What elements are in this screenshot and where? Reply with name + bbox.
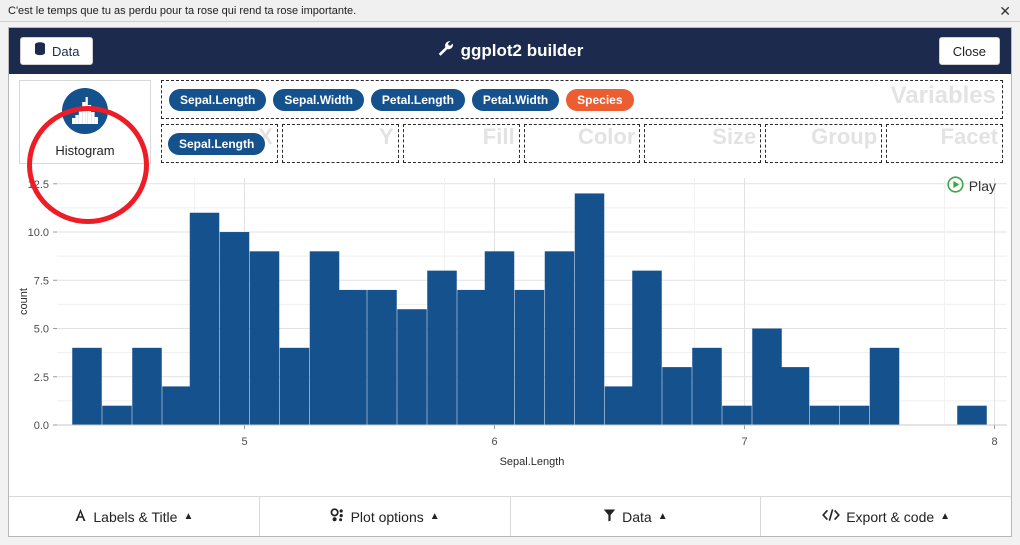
drop-zone-color[interactable]: Color xyxy=(523,124,641,163)
drop-zone-y[interactable]: Y xyxy=(281,124,399,163)
histogram-chart: 0.0 2.5 5.0 7.5 10.0 12.5 5 6 7 8 Sepal.Length coun… xyxy=(18,178,1007,468)
font-icon xyxy=(74,508,87,525)
svg-text:count: count xyxy=(18,288,30,315)
svg-text:6: 6 xyxy=(491,436,497,448)
play-button-label: Play xyxy=(968,178,996,194)
export-code-label: Export & code xyxy=(846,508,935,525)
drop-zone-label-facet: Facet xyxy=(940,124,999,149)
caret-up-icon: ▲ xyxy=(429,511,440,522)
drop-zone-label-size: Size xyxy=(712,124,757,149)
svg-text:2.5: 2.5 xyxy=(34,372,49,384)
ggplot-builder-modal: Data ggplot2 builder Close Histogram Var… xyxy=(8,27,1012,537)
modal-title: ggplot2 builder xyxy=(9,40,1011,62)
modal-header: Data ggplot2 builder Close xyxy=(9,28,1011,74)
sliders-icon xyxy=(330,508,345,525)
variables-panel: Variables Sepal.Length Sepal.Width Petal… xyxy=(161,80,1003,119)
caret-up-icon: ▲ xyxy=(657,511,668,522)
database-icon xyxy=(34,41,46,61)
code-icon xyxy=(822,508,841,525)
aesthetics-row: Sepal.Length X Y Fill Color Size Group F… xyxy=(161,124,1004,163)
svg-text:5.0: 5.0 xyxy=(34,324,49,336)
svg-text:8: 8 xyxy=(991,436,997,448)
play-circle-icon xyxy=(947,176,964,196)
notification-text: C'est le temps que tu as perdu pour ta r… xyxy=(8,4,357,17)
plot-options-button[interactable]: Plot options ▲ xyxy=(259,497,511,536)
variable-pill-petal-width[interactable]: Petal.Width xyxy=(471,88,560,111)
export-code-button[interactable]: Export & code ▲ xyxy=(761,497,1011,536)
aes-value-x[interactable]: Sepal.Length xyxy=(168,132,266,155)
drop-zone-group[interactable]: Group xyxy=(765,124,883,163)
labels-title-label: Labels & Title xyxy=(93,508,178,525)
drop-zone-size[interactable]: Size xyxy=(644,124,762,163)
svg-text:0.0: 0.0 xyxy=(34,420,49,432)
drop-zone-x[interactable]: Sepal.Length X xyxy=(161,124,278,163)
drop-zone-fill[interactable]: Fill xyxy=(402,124,520,163)
wrench-icon xyxy=(437,40,454,62)
svg-text:12.5: 12.5 xyxy=(28,179,49,191)
caret-up-icon: ▲ xyxy=(183,511,194,522)
modal-title-text: ggplot2 builder xyxy=(460,41,584,60)
plot-area: Play 0.0 2.5 5.0 7.5 10.0 12.5 5 6 7 8 Sepal.Lengt… xyxy=(9,170,1011,490)
caret-up-icon: ▲ xyxy=(940,511,951,522)
svg-text:Sepal.Length: Sepal.Length xyxy=(500,456,565,468)
close-button-label: Close xyxy=(952,43,986,59)
geom-label: Histogram xyxy=(55,142,115,158)
labels-title-button[interactable]: Labels & Title ▲ xyxy=(9,497,260,536)
variable-pill-petal-length[interactable]: Petal.Length xyxy=(370,88,465,111)
filter-icon xyxy=(603,508,616,525)
svg-text:10.0: 10.0 xyxy=(28,227,49,239)
variable-pill-species[interactable]: Species xyxy=(566,88,634,111)
data-options-label: Data xyxy=(622,508,652,525)
geom-selector-histogram[interactable]: Histogram xyxy=(19,80,151,164)
svg-text:7: 7 xyxy=(741,436,747,448)
drop-zone-label-fill: Fill xyxy=(482,124,515,149)
close-button[interactable]: Close xyxy=(938,37,1000,65)
variable-pill-sepal-length[interactable]: Sepal.Length xyxy=(169,88,267,111)
svg-text:5: 5 xyxy=(241,436,247,448)
variable-pill-sepal-width[interactable]: Sepal.Width xyxy=(273,88,364,111)
drop-zone-label-y: Y xyxy=(379,124,394,149)
close-icon[interactable]: ✕ xyxy=(999,3,1011,19)
notification-bar: C'est le temps que tu as perdu pour ta r… xyxy=(0,0,1020,22)
drop-zone-label-color: Color xyxy=(577,124,636,149)
data-button-label: Data xyxy=(52,43,80,59)
builder-panel: Histogram Variables Sepal.Length Sepal.W… xyxy=(9,74,1011,170)
drop-zone-facet[interactable]: Facet xyxy=(886,124,1004,163)
svg-text:7.5: 7.5 xyxy=(34,275,49,287)
data-options-button[interactable]: Data ▲ xyxy=(510,497,762,536)
data-button[interactable]: Data xyxy=(20,37,94,65)
plot-options-label: Plot options xyxy=(350,508,424,525)
histogram-icon xyxy=(61,87,109,140)
variables-panel-title: Variables xyxy=(890,82,996,109)
bottom-toolbar: Labels & Title ▲ Plot options ▲ Data ▲ E… xyxy=(9,496,1011,536)
play-button[interactable]: Play xyxy=(947,176,996,196)
drop-zone-label-group: Group xyxy=(811,124,878,149)
